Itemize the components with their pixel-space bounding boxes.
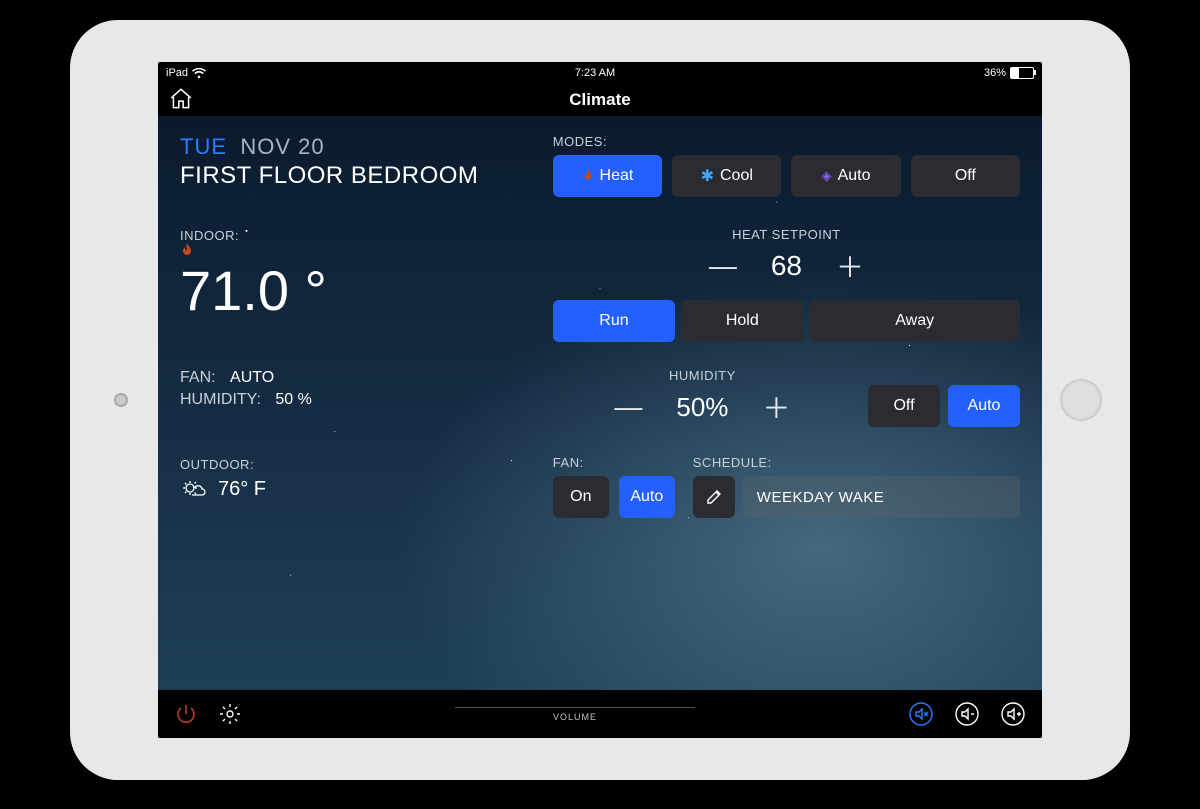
indoor-section: INDOOR: 71.0 ° [180, 228, 533, 319]
schedule-label: SCHEDULE: [693, 455, 1020, 470]
mode-auto-button[interactable]: ◈ Auto [791, 155, 900, 197]
fan-schedule-row: FAN: On Auto SCHEDULE: [553, 455, 1020, 518]
left-column: TUE NOV 20 FIRST FLOOR BEDROOM INDOOR: 7… [180, 134, 533, 678]
screen: iPad 7:23 AM 36% Climate [158, 62, 1042, 738]
fan-status-value: AUTO [230, 369, 274, 386]
humidity-decrease-button[interactable]: — [614, 391, 642, 423]
mode-auto-label: Auto [838, 167, 871, 185]
room-name: FIRST FLOOR BEDROOM [180, 162, 533, 190]
volume-label: VOLUME [553, 712, 597, 722]
mode-off-button[interactable]: Off [911, 155, 1020, 197]
mode-cool-label: Cool [720, 167, 753, 185]
outdoor-section: OUTDOOR: 76° F [180, 457, 533, 501]
tablet-home-button[interactable] [1060, 379, 1102, 421]
app-header: Climate [158, 84, 1042, 116]
pencil-icon [705, 488, 723, 506]
away-button[interactable]: Away [809, 300, 1020, 342]
indoor-label: INDOOR: [180, 228, 533, 243]
page-title: Climate [569, 90, 630, 110]
schedule-edit-button[interactable] [693, 476, 735, 518]
tablet-frame: iPad 7:23 AM 36% Climate [70, 20, 1130, 780]
fan-status-label: FAN: [180, 369, 216, 386]
humidity-auto-button[interactable]: Auto [948, 385, 1020, 427]
humidity-status-label: HUMIDITY: [180, 391, 261, 408]
footer-bar: VOLUME [158, 690, 1042, 738]
date-row: TUE NOV 20 [180, 134, 533, 160]
volume-section: VOLUME [262, 707, 888, 722]
auto-icon: ◈ [822, 168, 832, 184]
device-label: iPad [166, 67, 188, 79]
battery-icon [1010, 67, 1034, 79]
wifi-icon [192, 68, 206, 79]
volume-up-button[interactable] [1000, 701, 1026, 727]
humidity-status-row: HUMIDITY: 50 % [180, 391, 533, 409]
power-button[interactable] [174, 702, 198, 726]
humidity-status-value: 50 % [275, 391, 311, 408]
setpoint-label: HEAT SETPOINT [553, 227, 1020, 242]
schedule-section: SCHEDULE: WEEKDAY WAKE [693, 455, 1020, 518]
hold-button[interactable]: Hold [681, 300, 803, 342]
date-text: NOV 20 [240, 134, 324, 159]
mode-heat-button[interactable]: Heat [553, 155, 662, 197]
fan-section: FAN: On Auto [553, 455, 675, 518]
status-bar: iPad 7:23 AM 36% [158, 62, 1042, 84]
outdoor-label: OUTDOOR: [180, 457, 533, 472]
content-area: TUE NOV 20 FIRST FLOOR BEDROOM INDOOR: 7… [158, 116, 1042, 690]
humidity-label: HUMIDITY [553, 368, 852, 383]
run-mode-buttons: Run Hold Away [553, 300, 1020, 342]
mode-off-label: Off [955, 167, 976, 185]
humidity-increase-button[interactable]: ＋ [762, 387, 790, 427]
outdoor-temp: 76° F [218, 478, 266, 501]
fan-label: FAN: [553, 455, 675, 470]
status-time: 7:23 AM [575, 67, 615, 79]
mode-buttons: Heat ✱ Cool ◈ Auto Off [553, 155, 1020, 197]
humidity-section: HUMIDITY — 50% ＋ Off Auto [553, 368, 1020, 427]
schedule-name[interactable]: WEEKDAY WAKE [743, 476, 1020, 518]
mute-button[interactable] [908, 701, 934, 727]
fan-auto-button[interactable]: Auto [619, 476, 675, 518]
right-column: MODES: Heat ✱ Cool ◈ Auto Off [553, 134, 1020, 678]
settings-button[interactable] [218, 702, 242, 726]
heat-mode-icon [180, 243, 533, 259]
indoor-temp: 71.0 ° [180, 263, 533, 319]
mode-heat-label: Heat [600, 167, 634, 185]
setpoint-section: HEAT SETPOINT — 68 ＋ [553, 227, 1020, 286]
volume-down-button[interactable] [954, 701, 980, 727]
setpoint-increase-button[interactable]: ＋ [836, 246, 864, 286]
flame-icon [582, 169, 594, 183]
battery-percent: 36% [984, 67, 1006, 79]
tablet-camera [114, 393, 128, 407]
humidity-value: 50% [676, 392, 728, 423]
humidity-off-button[interactable]: Off [868, 385, 940, 427]
volume-slider[interactable] [455, 707, 695, 708]
fan-status-row: FAN: AUTO [180, 369, 533, 387]
home-icon[interactable] [168, 86, 194, 112]
setpoint-decrease-button[interactable]: — [709, 250, 737, 282]
mode-cool-button[interactable]: ✱ Cool [672, 155, 781, 197]
modes-label: MODES: [553, 134, 1020, 149]
snowflake-icon: ✱ [701, 166, 714, 186]
fan-on-button[interactable]: On [553, 476, 609, 518]
weather-icon [180, 479, 208, 501]
run-button[interactable]: Run [553, 300, 675, 342]
setpoint-value: 68 [771, 250, 802, 282]
day-of-week: TUE [180, 134, 227, 159]
